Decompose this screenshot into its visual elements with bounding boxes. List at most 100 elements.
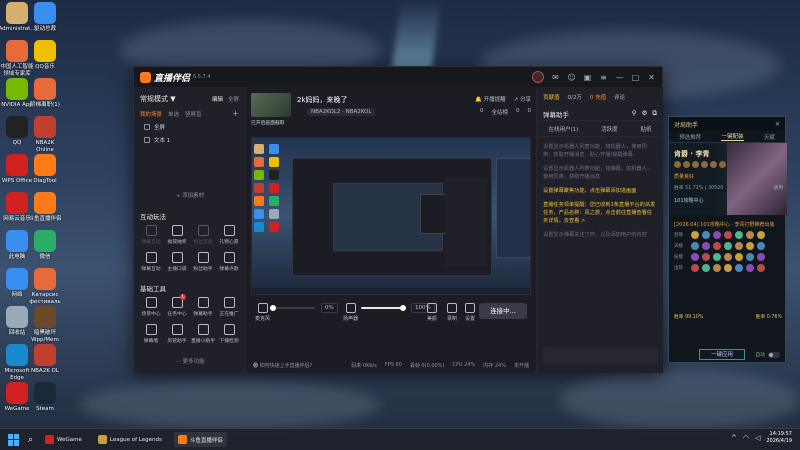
desktop-icon[interactable]: 驱动总裁 bbox=[22, 2, 68, 33]
desktop-icon[interactable]: 微信 bbox=[22, 230, 68, 261]
toggle-switch[interactable] bbox=[768, 351, 780, 358]
rank-label[interactable]: 全站榜 bbox=[491, 108, 508, 116]
tool-button[interactable]: 弹幕互动 bbox=[138, 225, 164, 245]
build-item-icon[interactable] bbox=[691, 253, 699, 261]
taskbar-app-wegame[interactable]: WeGame bbox=[41, 432, 86, 447]
mic-icon[interactable] bbox=[257, 303, 268, 313]
scene-title[interactable]: 我的场景 bbox=[140, 110, 162, 118]
tool-button[interactable]: 粉丝互动 bbox=[190, 225, 216, 245]
build-item-icon[interactable] bbox=[713, 231, 721, 239]
tab-online-users[interactable]: 在线用户(1) bbox=[548, 125, 578, 133]
volume-icon[interactable]: ◁ bbox=[755, 434, 760, 442]
tab-pick-recommend[interactable]: 预选推荐 bbox=[679, 133, 701, 141]
build-item-icon[interactable] bbox=[691, 242, 699, 250]
beauty-button[interactable]: 美颜 bbox=[427, 303, 437, 322]
build-item-icon[interactable] bbox=[735, 253, 743, 261]
tool-button[interactable]: 福袋抽奖 bbox=[164, 225, 190, 245]
build-item-icon[interactable] bbox=[724, 231, 732, 239]
tab-talent[interactable]: 天赋 bbox=[764, 133, 775, 141]
desktop-icon[interactable]: 斗鱼直播伴侣 bbox=[22, 192, 68, 223]
apply-build-button[interactable]: 一键应用 bbox=[699, 349, 745, 360]
scene-tab-1[interactable]: 单选 bbox=[168, 110, 179, 118]
tab-activity[interactable]: 活跃度 bbox=[601, 125, 618, 133]
skin-icon[interactable]: ▣ bbox=[583, 73, 592, 82]
taskbar-app-lol[interactable]: League of Legends bbox=[94, 432, 166, 447]
stream-preview[interactable] bbox=[251, 137, 531, 295]
build-item-icon[interactable] bbox=[746, 231, 754, 239]
build-item-icon[interactable] bbox=[713, 253, 721, 261]
popout-icon[interactable]: ⧉ bbox=[652, 109, 657, 118]
build-item-icon[interactable] bbox=[746, 264, 754, 272]
auto-apply-toggle[interactable]: 自动 bbox=[755, 351, 780, 358]
danmu-input[interactable] bbox=[543, 347, 658, 363]
tool-button[interactable]: 弹幕助手 bbox=[190, 297, 216, 317]
tool-button[interactable]: 房管助手 bbox=[164, 324, 190, 344]
message-icon[interactable]: ✉ bbox=[551, 73, 560, 82]
maximize-icon[interactable]: □ bbox=[631, 73, 640, 82]
scene-tab-2[interactable]: 竖屏直 bbox=[185, 110, 202, 118]
build-item-icon[interactable] bbox=[757, 231, 765, 239]
build-item-icon[interactable] bbox=[735, 264, 743, 272]
record-button[interactable]: 录制 bbox=[447, 303, 457, 322]
filter-icon[interactable]: ⚲ bbox=[632, 109, 637, 118]
stream-cover[interactable] bbox=[251, 93, 291, 117]
wifi-icon[interactable]: ◠ bbox=[743, 434, 749, 442]
build-item-icon[interactable] bbox=[691, 264, 699, 272]
build-item-icon[interactable] bbox=[757, 264, 765, 272]
tab-one-key-build[interactable]: 一键配装 bbox=[721, 132, 744, 141]
menu-icon[interactable]: ≡ bbox=[599, 73, 608, 82]
clock[interactable]: 14:19:57 2026/4/19 bbox=[766, 431, 792, 445]
tool-button[interactable]: 下播检测 bbox=[216, 324, 242, 344]
speaker-icon[interactable] bbox=[345, 303, 356, 313]
desktop-icon[interactable]: Катарсис фестиваль bbox=[22, 268, 68, 306]
build-item-icon[interactable] bbox=[746, 242, 754, 250]
minimize-icon[interactable]: — bbox=[615, 73, 624, 82]
build-item-icon[interactable] bbox=[702, 264, 710, 272]
contribution-label[interactable]: 贡献值 bbox=[543, 93, 560, 101]
tool-button[interactable]: 正在推广 bbox=[216, 297, 242, 317]
build-item-icon[interactable] bbox=[702, 242, 710, 250]
desktop-icon[interactable]: DiagTool bbox=[22, 154, 68, 185]
build-item-icon[interactable] bbox=[757, 253, 765, 261]
mic-toggle[interactable]: 麦克风 bbox=[255, 303, 270, 322]
tool-button[interactable]: 场景中心 bbox=[138, 297, 164, 317]
live-reminder-button[interactable]: 🔔 开播提醒 bbox=[475, 95, 506, 103]
desktop-icon[interactable]: Steam bbox=[22, 382, 68, 413]
go-live-button[interactable]: 连接中... bbox=[479, 303, 527, 319]
stream-title[interactable]: 2k妈妈，来晚了 bbox=[297, 95, 348, 105]
build-item-icon[interactable] bbox=[691, 231, 699, 239]
feedback-icon[interactable]: ☺ bbox=[567, 73, 576, 82]
tab-stickers[interactable]: 贴纸 bbox=[641, 125, 652, 133]
tool-button[interactable]: 礼物心愿 bbox=[216, 225, 242, 245]
settings-icon[interactable]: ⚙ bbox=[642, 109, 648, 118]
build-item-icon[interactable] bbox=[746, 253, 754, 261]
build-item-icon[interactable] bbox=[724, 264, 732, 272]
stream-category[interactable]: NBA2KOL2 · NBA2KOL bbox=[307, 108, 376, 116]
close-icon[interactable]: ✕ bbox=[647, 73, 656, 82]
tray-chevron-icon[interactable]: ^ bbox=[731, 434, 737, 442]
taskbar-app-live-companion[interactable]: 斗鱼直播伴侣 bbox=[173, 432, 227, 447]
tool-button[interactable]: 主播口袋 bbox=[164, 252, 190, 272]
recharge-button[interactable]: 0 充值 bbox=[590, 93, 606, 101]
share-button[interactable]: ↗ 分享 bbox=[514, 95, 531, 103]
build-item-icon[interactable] bbox=[724, 253, 732, 261]
source-checkbox[interactable] bbox=[144, 137, 150, 143]
desktop-icon[interactable]: QQ音乐 bbox=[22, 40, 68, 71]
desktop-icon[interactable]: NBA2K Online bbox=[22, 116, 68, 154]
hero-use-link[interactable]: 使用 bbox=[773, 184, 783, 191]
desktop-icon[interactable]: 阶梯离职(1) bbox=[22, 78, 68, 109]
tool-button[interactable]: 弹幕互动 bbox=[138, 252, 164, 272]
add-material-button[interactable]: + 添加素材 bbox=[134, 191, 246, 199]
more-functions-button[interactable]: ⋯ 更多功能 bbox=[134, 357, 246, 365]
search-icon[interactable]: ⌕ bbox=[28, 435, 33, 445]
tool-button[interactable]: 弹幕墙 bbox=[138, 324, 164, 344]
tab-edit[interactable]: 编辑 bbox=[212, 95, 223, 103]
user-avatar[interactable] bbox=[532, 71, 544, 83]
build-item-icon[interactable] bbox=[713, 264, 721, 272]
speaker-volume-slider[interactable] bbox=[361, 305, 406, 311]
build-item-icon[interactable] bbox=[735, 231, 743, 239]
start-button[interactable] bbox=[8, 433, 20, 446]
mic-volume-slider[interactable] bbox=[270, 305, 315, 311]
desktop-icon[interactable]: 暗黑破坏 Wpp/Mem bbox=[22, 306, 68, 344]
build-item-icon[interactable] bbox=[702, 231, 710, 239]
